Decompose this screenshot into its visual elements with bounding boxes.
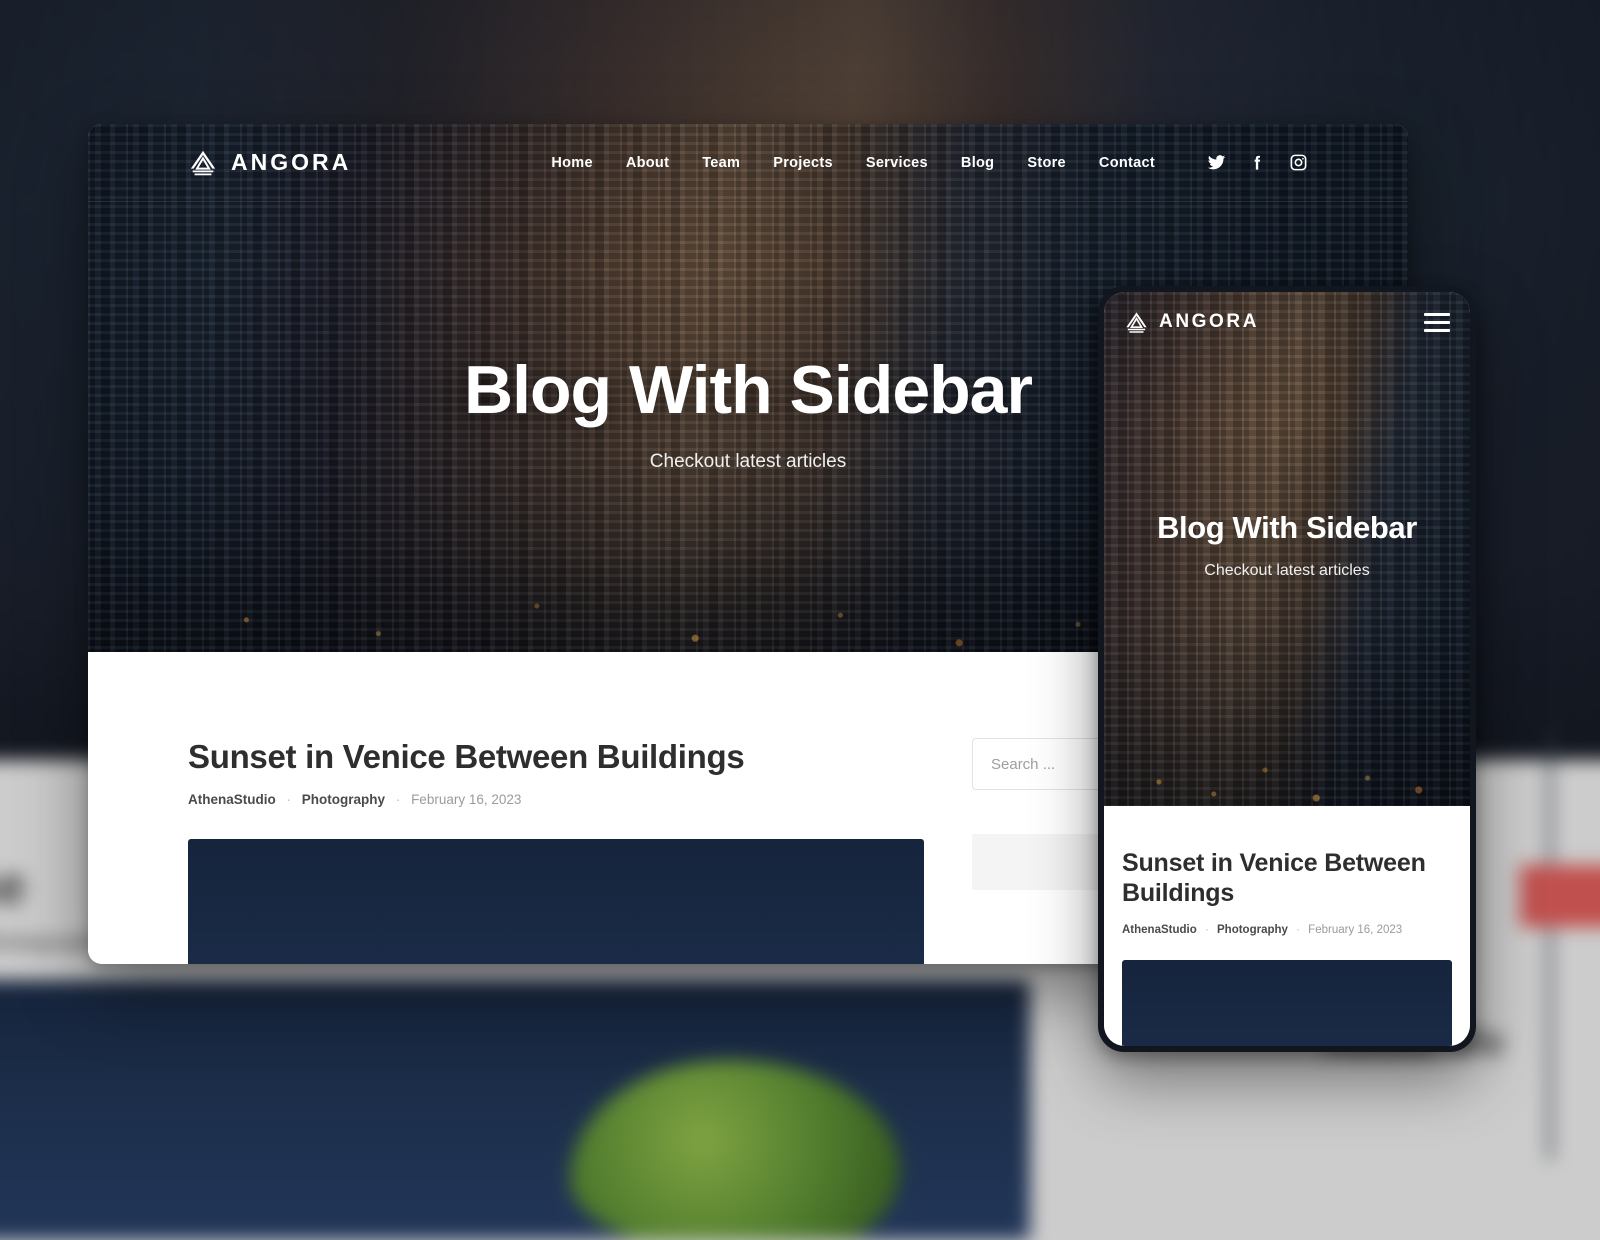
post-featured-image[interactable]: [188, 839, 924, 964]
mobile-post-category[interactable]: Photography: [1217, 924, 1288, 936]
nav-item-store[interactable]: Store: [1027, 155, 1066, 171]
meta-separator-1: ·: [286, 792, 292, 807]
post-category[interactable]: Photography: [302, 792, 385, 807]
backdrop-tree-shape: [570, 1060, 900, 1240]
page-title: Blog With Sidebar: [464, 352, 1033, 428]
search-placeholder: Search ...: [991, 755, 1056, 773]
facebook-link[interactable]: [1248, 153, 1267, 172]
mobile-post-date: February 16, 2023: [1308, 924, 1403, 936]
post-author[interactable]: AthenaStudio: [188, 792, 276, 807]
desktop-nav-menu: Home About Team Projects Services Blog S…: [551, 155, 1155, 171]
mobile-hero-section: ANGORA Blog With Sidebar Checkout latest…: [1104, 292, 1470, 806]
burger-bar-2: [1424, 320, 1450, 324]
desktop-navbar: ANGORA Home About Team Projects Services…: [88, 124, 1408, 202]
nav-item-blog[interactable]: Blog: [961, 155, 994, 171]
mobile-navbar: ANGORA: [1104, 292, 1470, 352]
desktop-post-column: Sunset in Venice Between Buildings Athen…: [188, 738, 924, 964]
mobile-meta-separator-2: ·: [1296, 924, 1300, 936]
meta-separator-2: ·: [395, 792, 401, 807]
mobile-content-area: Sunset in Venice Between Buildings Athen…: [1104, 806, 1470, 1046]
angora-triangle-logo-icon: [190, 150, 216, 175]
hamburger-menu-icon[interactable]: [1424, 312, 1450, 332]
page-subtitle: Checkout latest articles: [649, 451, 847, 472]
nav-item-projects[interactable]: Projects: [773, 155, 833, 171]
mobile-post-meta: AthenaStudio · Photography · February 16…: [1122, 924, 1452, 936]
backdrop-post-title: unse: [0, 856, 27, 916]
nav-item-contact[interactable]: Contact: [1099, 155, 1155, 171]
backdrop-post-image: [0, 980, 1030, 1240]
brand-name: ANGORA: [231, 149, 352, 175]
social-links: [1207, 153, 1308, 172]
nav-item-about[interactable]: About: [626, 155, 669, 171]
mobile-page-title: Blog With Sidebar: [1157, 510, 1417, 545]
mobile-meta-separator-1: ·: [1204, 924, 1209, 936]
post-date: February 16, 2023: [411, 792, 522, 807]
mobile-hero-city-lights: [1104, 606, 1470, 806]
twitter-link[interactable]: [1207, 153, 1226, 172]
mobile-post-title[interactable]: Sunset in Venice Between Buildings: [1122, 848, 1452, 908]
post-meta: AthenaStudio · Photography · February 16…: [188, 792, 924, 807]
mobile-hero-content: Blog With Sidebar Checkout latest articl…: [1104, 352, 1470, 580]
burger-bar-1: [1424, 312, 1450, 316]
brand-logo[interactable]: ANGORA: [188, 148, 351, 178]
mobile-page-subtitle: Checkout latest articles: [1204, 562, 1370, 579]
twitter-icon: [1207, 155, 1226, 170]
nav-item-home[interactable]: Home: [551, 155, 593, 171]
mobile-post-author[interactable]: AthenaStudio: [1122, 924, 1197, 936]
mobile-device-mockup: ANGORA Blog With Sidebar Checkout latest…: [1098, 286, 1476, 1052]
mobile-brand-logo[interactable]: ANGORA: [1124, 310, 1259, 335]
backdrop-divider: [1548, 730, 1552, 1160]
nav-item-services[interactable]: Services: [866, 155, 928, 171]
mobile-brand-name: ANGORA: [1159, 311, 1260, 332]
nav-item-team[interactable]: Team: [702, 155, 740, 171]
instagram-link[interactable]: [1289, 153, 1308, 172]
instagram-icon: [1290, 154, 1307, 171]
burger-bar-3: [1424, 328, 1450, 332]
angora-triangle-logo-icon: [1126, 311, 1147, 333]
mobile-screen: ANGORA Blog With Sidebar Checkout latest…: [1104, 292, 1470, 1046]
post-title[interactable]: Sunset in Venice Between Buildings: [188, 738, 924, 776]
backdrop-accent-block: [1520, 865, 1600, 927]
mobile-post-featured-image[interactable]: [1122, 960, 1452, 1046]
facebook-icon: [1254, 155, 1261, 170]
